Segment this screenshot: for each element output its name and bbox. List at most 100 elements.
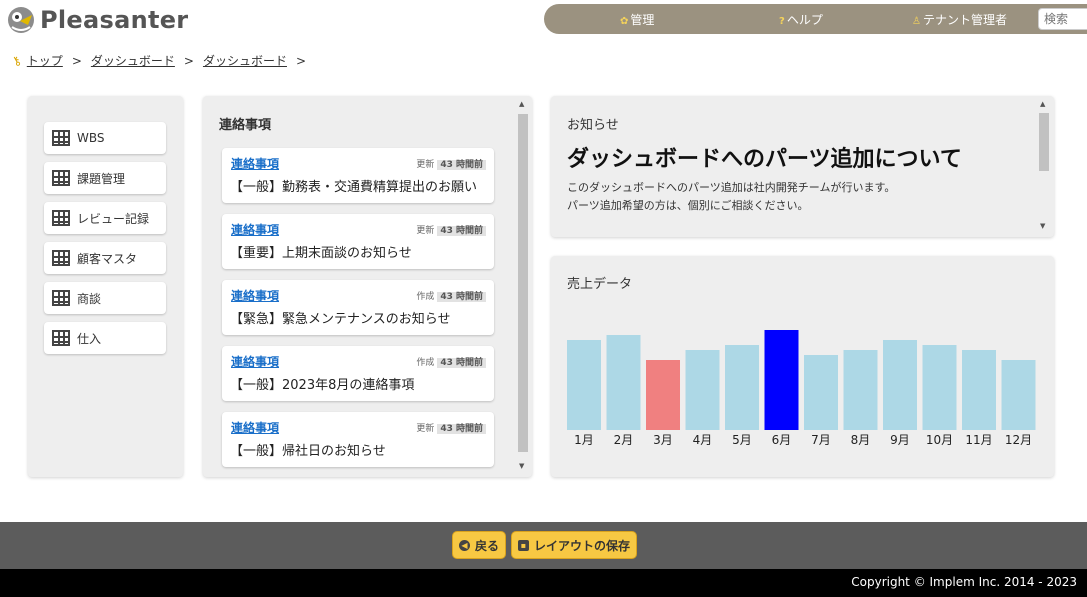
notice-meta: 更新 43 時間前 [416, 157, 486, 170]
breadcrumb-top[interactable]: トップ [27, 52, 63, 69]
x-tick-label: 3月 [653, 433, 673, 447]
announcement-scroll-thumb[interactable] [1039, 113, 1049, 171]
copyright-text: Copyright © Implem Inc. 2014 - 2023 [851, 575, 1077, 589]
notice-meta: 更新 43 時間前 [416, 421, 486, 434]
table-icon [52, 210, 70, 226]
announcement-panel: お知らせ ダッシュボードへのパーツ追加について このダッシュボードへのパーツ追加… [551, 96, 1054, 237]
notice-category-link[interactable]: 連絡事項 [231, 419, 279, 436]
table-icon [52, 130, 70, 146]
search-input[interactable] [1038, 8, 1087, 30]
back-arrow-icon: ◀ [459, 539, 470, 551]
notice-action: 更新 [416, 160, 435, 170]
link-label: 課題管理 [77, 171, 126, 186]
breadcrumb-dashboard[interactable]: ダッシュボード [91, 52, 175, 69]
nav-help[interactable]: ? ヘルプ [779, 11, 823, 28]
bar-9月 [883, 340, 917, 430]
save-layout-button[interactable]: ▪ レイアウトの保存 [511, 531, 638, 559]
nav-admin[interactable]: ✿ 管理 [620, 11, 654, 28]
notice-meta: 更新 43 時間前 [416, 223, 486, 236]
top-navigation: ✿ 管理 ? ヘルプ ♙ テナント管理者 [544, 4, 1087, 34]
notice-category-link[interactable]: 連絡事項 [231, 155, 279, 172]
breadcrumb-separator: > [183, 53, 194, 68]
back-button[interactable]: ◀ 戻る [452, 531, 507, 559]
notice-age-number: 43 [440, 226, 453, 236]
link-label: 顧客マスタ [77, 251, 138, 266]
table-icon [52, 330, 70, 346]
save-layout-button-label: レイアウトの保存 [534, 538, 631, 553]
notice-age: 43 時間前 [437, 424, 486, 434]
x-tick-label: 6月 [772, 433, 792, 447]
link-issues[interactable]: 課題管理 [44, 162, 166, 194]
notice-age-number: 43 [440, 160, 453, 170]
notice-action: 更新 [416, 226, 435, 236]
bar-5月 [725, 345, 759, 430]
sales-bar-chart: 1月 2月 3月 4月 5月 6月 7月 8月 9月 10月 11月 12月 [567, 330, 1036, 447]
bar-3月 [646, 360, 680, 430]
pleasanter-logo-icon [6, 5, 36, 35]
scroll-up-icon[interactable]: ▲ [519, 100, 524, 108]
sales-chart-panel: 売上データ 1月 2月 3月 4月 5月 6月 7月 8月 9月 10月 11月 12月 [551, 256, 1054, 477]
scroll-up-icon[interactable]: ▲ [1040, 100, 1045, 108]
notice-item[interactable]: 連絡事項 作成 43 時間前 【緊急】緊急メンテナンスのお知らせ [222, 280, 494, 335]
notice-age: 43 時間前 [437, 358, 486, 368]
breadcrumb-separator: > [295, 53, 307, 68]
quick-links-panel: WBS 課題管理 レビュー記録 顧客マスタ 商談 仕入 [28, 96, 183, 477]
breadcrumb: ⚷ トップ > ダッシュボード > ダッシュボード > [9, 52, 315, 69]
announcement-title: お知らせ [567, 118, 619, 133]
notice-age-unit: 時間前 [455, 226, 483, 236]
announcement-body-line-1: このダッシュボードへのパーツ追加は社内開発チームが行います。 [567, 181, 896, 194]
notice-item[interactable]: 連絡事項 更新 43 時間前 【重要】上期末面談のお知らせ [222, 214, 494, 269]
link-purchasing[interactable]: 仕入 [44, 322, 166, 354]
key-icon: ⚷ [9, 52, 24, 69]
bar-12月 [1001, 360, 1036, 430]
notice-meta: 作成 43 時間前 [416, 289, 486, 302]
link-label: WBS [77, 131, 105, 145]
notice-item[interactable]: 連絡事項 更新 43 時間前 【一般】帰社日のお知らせ [222, 412, 494, 467]
app-title: Pleasanter [40, 6, 189, 34]
notice-title: 【緊急】緊急メンテナンスのお知らせ [230, 312, 451, 327]
x-tick-label: 5月 [732, 433, 752, 447]
app-logo[interactable]: Pleasanter [6, 4, 188, 36]
link-customer-master[interactable]: 顧客マスタ [44, 242, 166, 274]
link-label: 商談 [77, 291, 102, 306]
x-tick-label: 12月 [1005, 433, 1032, 447]
notice-title: 【重要】上期末面談のお知らせ [230, 246, 412, 261]
notice-age-unit: 時間前 [455, 292, 483, 302]
announcement-scrollbar[interactable]: ▲ ▼ [1037, 98, 1051, 235]
link-review-records[interactable]: レビュー記録 [44, 202, 166, 234]
notice-action: 作成 [416, 292, 435, 302]
notices-scroll-thumb[interactable] [518, 114, 528, 452]
link-label: 仕入 [77, 331, 102, 346]
breadcrumb-separator: > [71, 53, 82, 68]
link-label: レビュー記録 [77, 211, 150, 226]
notice-age-unit: 時間前 [455, 160, 483, 170]
notice-item[interactable]: 連絡事項 更新 43 時間前 【一般】勤務表・交通費精算提出のお願い [222, 148, 494, 203]
x-tick-label: 2月 [614, 433, 634, 447]
breadcrumb-current-dashboard[interactable]: ダッシュボード [203, 52, 287, 69]
x-tick-label: 11月 [965, 433, 992, 447]
notices-scrollbar[interactable]: ▲ ▼ [516, 98, 530, 475]
notice-category-link[interactable]: 連絡事項 [231, 353, 279, 370]
notice-age-unit: 時間前 [455, 358, 483, 368]
gear-icon: ✿ [620, 16, 629, 27]
link-wbs[interactable]: WBS [44, 122, 166, 154]
link-deals[interactable]: 商談 [44, 282, 166, 314]
bar-1月 [567, 340, 601, 430]
notice-item[interactable]: 連絡事項 作成 43 時間前 【一般】2023年8月の連絡事項 [222, 346, 494, 401]
notice-action: 作成 [416, 358, 435, 368]
notice-category-link[interactable]: 連絡事項 [231, 221, 279, 238]
table-icon [52, 170, 70, 186]
notice-age: 43 時間前 [437, 226, 486, 236]
notice-meta: 作成 43 時間前 [416, 355, 486, 368]
nav-tenant-admin[interactable]: ♙ テナント管理者 [912, 11, 1007, 28]
scroll-down-icon[interactable]: ▼ [519, 462, 524, 470]
user-icon: ♙ [912, 16, 921, 27]
notice-action: 更新 [416, 424, 435, 434]
x-tick-label: 9月 [890, 433, 910, 447]
notice-category-link[interactable]: 連絡事項 [231, 287, 279, 304]
scroll-down-icon[interactable]: ▼ [1040, 222, 1045, 230]
announcement-body-line-2: パーツ追加希望の方は、個別にご相談ください。 [567, 199, 809, 212]
notice-age-number: 43 [440, 424, 453, 434]
footer-command-bar: ◀ 戻る ▪ レイアウトの保存 [0, 522, 1087, 569]
notices-title: 連絡事項 [219, 118, 272, 133]
